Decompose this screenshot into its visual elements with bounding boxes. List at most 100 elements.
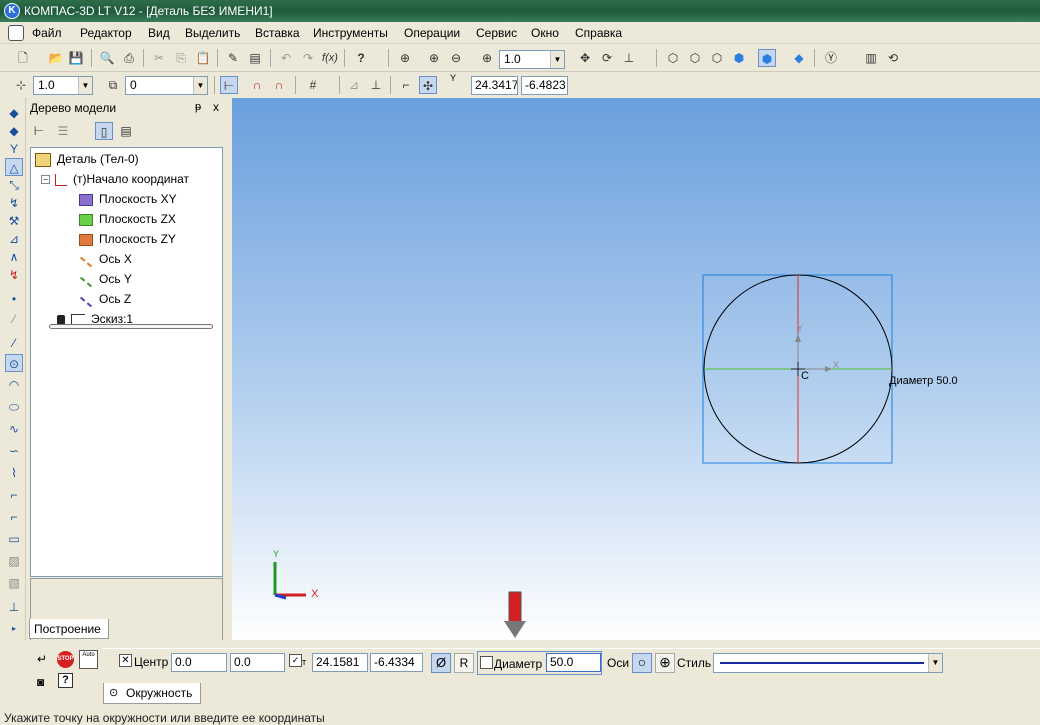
orthogonal-mode-icon[interactable]: ⊢ bbox=[220, 76, 238, 94]
menu-insert[interactable]: Вставка bbox=[255, 26, 300, 40]
save-icon[interactable]: 💾 bbox=[67, 49, 85, 67]
filter-panel-icon[interactable]: Y bbox=[5, 140, 23, 158]
chevron-down-icon[interactable]: ▼ bbox=[193, 77, 207, 94]
more-tools-icon[interactable]: ▸ bbox=[5, 620, 23, 638]
wireframe-icon[interactable]: ⬡ bbox=[664, 49, 682, 67]
projection-icon[interactable]: ⊥ bbox=[5, 598, 23, 616]
zoom-out-icon[interactable]: ⊖ bbox=[447, 49, 465, 67]
segment-icon[interactable]: ⁄ bbox=[5, 334, 23, 352]
layer-combo[interactable]: 0 ▼ bbox=[125, 76, 208, 95]
circle-tool-icon[interactable]: ⊙ bbox=[5, 354, 23, 372]
chevron-down-icon[interactable]: ▼ bbox=[78, 77, 92, 94]
tree-item-axis-y[interactable]: Ось Y bbox=[79, 270, 132, 288]
undo-icon[interactable]: ↶ bbox=[277, 49, 295, 67]
tree-item-plane-zx[interactable]: Плоскость ZX bbox=[79, 210, 176, 228]
no-axes-button[interactable]: ○ bbox=[632, 653, 652, 673]
perspective-icon[interactable]: ◆ bbox=[790, 49, 808, 67]
new-document-icon[interactable]: 🗋 bbox=[14, 49, 32, 67]
zoom-in-icon[interactable]: ⊕ bbox=[425, 49, 443, 67]
snap-icon[interactable]: ∩ bbox=[248, 76, 266, 94]
library-icon[interactable]: ▥ bbox=[862, 49, 880, 67]
menu-view[interactable]: Вид bbox=[148, 26, 170, 40]
edit-panel-icon[interactable]: ◆ bbox=[5, 122, 23, 140]
redo-icon[interactable]: ↷ bbox=[299, 49, 317, 67]
geometry-panel-icon[interactable]: ◆ bbox=[5, 104, 23, 122]
constraints-panel-icon[interactable]: ⊿ bbox=[5, 230, 23, 248]
no-hidden-lines-icon[interactable]: ⬡ bbox=[708, 49, 726, 67]
parametrization-panel-icon[interactable]: ⚒ bbox=[5, 212, 23, 230]
function-icon[interactable]: f(x) bbox=[321, 49, 339, 67]
tree-mode-icon[interactable]: ▯ bbox=[95, 122, 113, 140]
cursor-coordinates-icon[interactable]: ✣ bbox=[419, 76, 437, 94]
diameter-field[interactable]: 50.0 bbox=[546, 653, 601, 672]
collapse-icon[interactable]: − bbox=[41, 175, 50, 184]
halftone-icon[interactable]: ⬢ bbox=[730, 49, 748, 67]
point-x-field[interactable]: 24.1581 bbox=[312, 653, 368, 672]
measure-panel-icon[interactable]: ⤡ bbox=[5, 176, 23, 194]
zoom-scale-icon[interactable]: ⊕ bbox=[478, 49, 496, 67]
chamfer-icon[interactable]: ⌐ bbox=[5, 508, 23, 526]
local-cs-icon[interactable]: ⊿ bbox=[345, 76, 363, 94]
menu-window[interactable]: Окно bbox=[531, 26, 559, 40]
with-axes-button[interactable]: ⊕ bbox=[655, 653, 675, 673]
tab-circle[interactable]: ⊙ Окружность bbox=[103, 683, 201, 704]
tree-item-axis-z[interactable]: Ось Z bbox=[79, 290, 131, 308]
tree-item-plane-zy[interactable]: Плоскость ZY bbox=[79, 230, 176, 248]
camera-icon[interactable]: ◙ bbox=[37, 675, 44, 689]
chevron-down-icon[interactable]: ▼ bbox=[928, 654, 942, 672]
menu-file[interactable]: Файл bbox=[32, 26, 62, 40]
rectangle-icon[interactable]: ▭ bbox=[5, 530, 23, 548]
pin-icon[interactable]: ᵽ bbox=[195, 101, 201, 113]
tree-item-part[interactable]: Деталь (Тел-0) bbox=[35, 150, 139, 168]
coordinate-system-icon[interactable]: ⊥ bbox=[367, 76, 385, 94]
menu-tools[interactable]: Инструменты bbox=[313, 26, 388, 40]
menu-editor[interactable]: Редактор bbox=[80, 26, 132, 40]
point-y-field[interactable]: -6.4334 bbox=[370, 653, 423, 672]
preview-icon[interactable]: 🔍 bbox=[98, 49, 116, 67]
ellipse-icon[interactable]: ⬭ bbox=[5, 398, 23, 416]
menu-help[interactable]: Справка bbox=[575, 26, 622, 40]
local-snap-icon[interactable]: ∩ bbox=[270, 76, 288, 94]
orientation-icon[interactable]: ⊥ bbox=[620, 49, 638, 67]
hidden-lines-icon[interactable]: ⬡ bbox=[686, 49, 704, 67]
paste-icon[interactable]: 📋 bbox=[194, 49, 212, 67]
tree-item-plane-xy[interactable]: Плоскость XY bbox=[79, 190, 177, 208]
step-combo[interactable]: 1.0 ▼ bbox=[33, 76, 93, 95]
cursor-x-field[interactable]: 24.3417 bbox=[471, 76, 518, 95]
bezier-icon[interactable]: ∽ bbox=[5, 442, 23, 460]
tree-structure-icon[interactable]: ⊢ bbox=[30, 122, 48, 140]
format-painter-icon[interactable]: ✎ bbox=[224, 49, 242, 67]
equidistant-icon[interactable]: ▧ bbox=[5, 574, 23, 592]
center-x-field[interactable]: 0.0 bbox=[171, 653, 227, 672]
menu-operations[interactable]: Операции bbox=[404, 26, 460, 40]
rotate-icon[interactable]: ⟳ bbox=[598, 49, 616, 67]
open-icon[interactable]: 📂 bbox=[47, 49, 65, 67]
menu-service[interactable]: Сервис bbox=[476, 26, 517, 40]
auto-button[interactable]: Auto bbox=[79, 650, 98, 669]
selection-panel-icon[interactable]: ↯ bbox=[5, 266, 23, 284]
tree-list-icon[interactable]: ▤ bbox=[117, 122, 135, 140]
zoom-window-icon[interactable]: ⊕ bbox=[396, 49, 414, 67]
copy-icon[interactable]: ⎘ bbox=[172, 49, 190, 67]
tree-item-origin[interactable]: − (т)Начало координат bbox=[41, 170, 189, 188]
zoom-combo[interactable]: 1.0 ▼ bbox=[499, 50, 565, 69]
point-checkbox[interactable]: ✓ bbox=[289, 654, 302, 667]
shaded-icon[interactable]: ⬢ bbox=[758, 49, 776, 67]
cursor-y-field[interactable]: -6.4823 bbox=[521, 76, 568, 95]
radius-mode-button[interactable]: R bbox=[454, 653, 474, 673]
spatial-curves-icon[interactable]: ∧ bbox=[5, 248, 23, 266]
center-y-field[interactable]: 0.0 bbox=[230, 653, 285, 672]
layer-icon[interactable]: ⧉ bbox=[104, 76, 122, 94]
hatch-icon[interactable]: ▨ bbox=[5, 552, 23, 570]
fillet-icon[interactable]: ⌐ bbox=[5, 486, 23, 504]
tree-view-icon[interactable]: ☰ bbox=[54, 122, 72, 140]
dimensions-panel-icon[interactable]: ↯ bbox=[5, 194, 23, 212]
tab-construction[interactable]: Построение bbox=[29, 619, 109, 639]
auxiliary-line-icon[interactable]: ⁄ bbox=[5, 310, 23, 328]
menu-select[interactable]: Выделить bbox=[185, 26, 240, 40]
step-icon[interactable]: ⊹ bbox=[12, 76, 30, 94]
tree-item-axis-x[interactable]: Ось X bbox=[79, 250, 132, 268]
print-icon[interactable]: ⎙ bbox=[120, 49, 138, 67]
center-checkbox[interactable]: ✕ bbox=[119, 654, 132, 667]
enter-icon[interactable]: ↵ bbox=[37, 652, 47, 666]
